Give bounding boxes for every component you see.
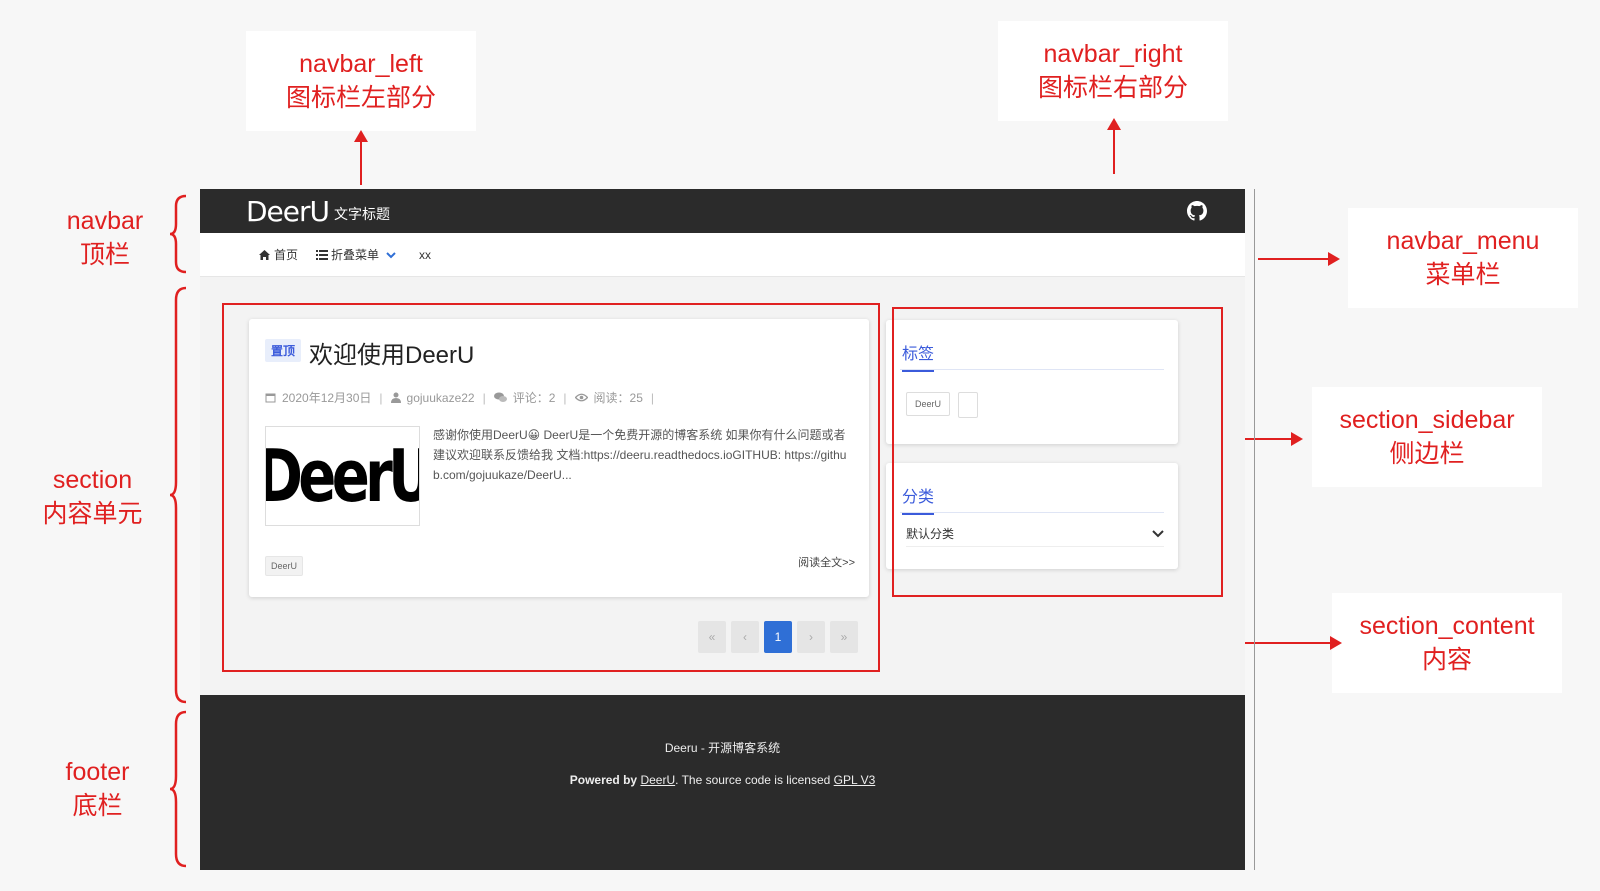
callout-section-content-zh: 内容 [1421, 646, 1472, 674]
list-icon [316, 250, 329, 260]
chevron-down-icon [386, 251, 396, 258]
footer-license-text: . The source code is licensed [675, 773, 831, 787]
label-footer-zh: 底栏 [72, 792, 123, 820]
label-navbar-zh: 顶栏 [79, 241, 130, 269]
callout-navbar-right-en: navbar_right [1043, 40, 1183, 68]
divider [1254, 189, 1255, 870]
menu-item-home[interactable]: 首页 [258, 246, 298, 263]
footer-license-link[interactable]: GPL V3 [834, 773, 876, 787]
brace-footer [169, 710, 187, 868]
arrow-navbar-left [354, 130, 368, 185]
callout-section-sidebar: section_sidebar 侧边栏 [1312, 387, 1542, 487]
label-section: section 内容单元 [30, 463, 155, 531]
footer-powered-by: Powered by DeerU. The source code is lic… [200, 773, 1245, 787]
callout-navbar-left-en: navbar_left [299, 50, 423, 78]
label-navbar-en: navbar [66, 207, 144, 235]
menu-item-xx[interactable]: xx [419, 248, 431, 262]
callout-navbar-right-zh: 图标栏右部分 [1037, 74, 1188, 102]
menu-item-home-label: 首页 [274, 248, 299, 262]
brand-logo[interactable]: DeerU [246, 195, 330, 228]
github-icon[interactable] [1187, 201, 1207, 221]
brace-section [169, 286, 187, 704]
footer-powered-prefix: Powered by [569, 773, 638, 787]
footer: Deeru - 开源博客系统 Powered by DeerU. The sou… [200, 695, 1245, 870]
home-icon [259, 249, 270, 260]
callout-navbar-left: navbar_left 图标栏左部分 [246, 31, 476, 131]
callout-navbar-menu-zh: 菜单栏 [1425, 261, 1501, 289]
highlight-section-content [222, 303, 880, 672]
label-footer: footer 底栏 [45, 755, 150, 823]
brace-navbar [169, 194, 187, 274]
callout-section-sidebar-en: section_sidebar [1339, 406, 1515, 434]
callout-navbar-left-zh: 图标栏左部分 [285, 84, 436, 112]
label-section-en: section [52, 466, 133, 494]
callout-navbar-menu-en: navbar_menu [1386, 227, 1540, 255]
arrow-navbar-menu [1258, 252, 1340, 266]
brand-title[interactable]: 文字标题 [334, 204, 390, 224]
menu-item-collapse[interactable]: 折叠菜单 [316, 246, 401, 263]
callout-navbar-menu: navbar_menu 菜单栏 [1348, 208, 1578, 308]
callout-section-content-en: section_content [1359, 612, 1535, 640]
label-navbar: navbar 顶栏 [50, 204, 160, 272]
arrow-navbar-right [1107, 118, 1121, 174]
label-footer-en: footer [65, 758, 130, 786]
navbar-menu: 首页 折叠菜单 xx [200, 233, 1245, 277]
callout-navbar-right: navbar_right 图标栏右部分 [998, 21, 1228, 121]
callout-section-content: section_content 内容 [1332, 593, 1562, 693]
footer-title: Deeru - 开源博客系统 [664, 741, 781, 755]
footer-deeru-link[interactable]: DeerU [640, 773, 675, 787]
menu-item-collapse-label: 折叠菜单 [331, 248, 380, 262]
menu-item-xx-label: xx [419, 247, 432, 262]
navbar-top: DeerU 文字标题 [200, 189, 1245, 233]
label-section-zh: 内容单元 [42, 500, 143, 528]
callout-section-sidebar-zh: 侧边栏 [1389, 440, 1465, 468]
highlight-section-sidebar [892, 307, 1223, 597]
